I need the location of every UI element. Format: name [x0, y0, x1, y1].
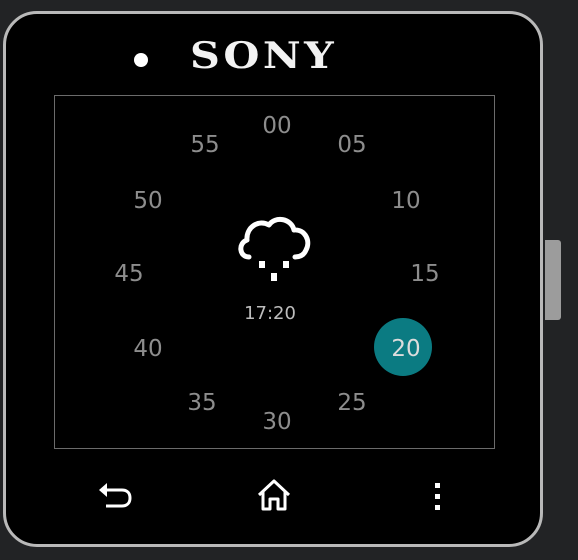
- back-arrow-icon[interactable]: [98, 480, 132, 510]
- minute-15[interactable]: 15: [400, 260, 450, 288]
- overflow-menu-icon[interactable]: [433, 482, 443, 512]
- minute-10[interactable]: 10: [381, 187, 431, 215]
- minute-40[interactable]: 40: [123, 335, 173, 363]
- brand-logo: SONY: [190, 35, 338, 77]
- minute-05[interactable]: 05: [327, 131, 377, 159]
- minute-25[interactable]: 25: [327, 389, 377, 417]
- minute-50[interactable]: 50: [123, 187, 173, 215]
- rain-cloud-icon: [238, 216, 311, 281]
- current-time: 17:20: [244, 303, 296, 324]
- minute-35[interactable]: 35: [177, 389, 227, 417]
- home-icon[interactable]: [256, 478, 292, 512]
- minute-55[interactable]: 55: [180, 131, 230, 159]
- side-power-button[interactable]: [545, 240, 561, 320]
- minute-45[interactable]: 45: [104, 260, 154, 288]
- minute-30[interactable]: 30: [252, 408, 302, 436]
- minute-20[interactable]: 20: [381, 335, 431, 363]
- notification-led: [134, 53, 148, 67]
- minute-00[interactable]: 00: [252, 112, 302, 140]
